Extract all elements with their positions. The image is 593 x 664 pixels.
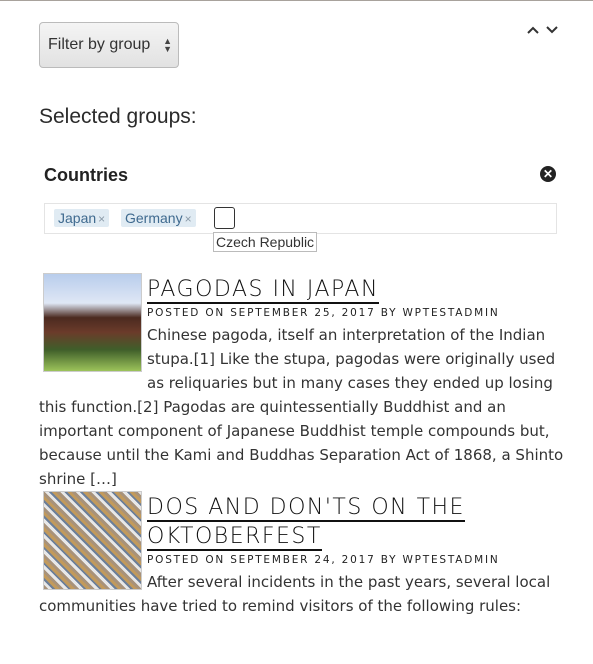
remove-tag-icon[interactable]: ×: [98, 212, 105, 226]
tag-input-box[interactable]: Japan × Germany ×: [44, 203, 557, 234]
chevron-down-icon[interactable]: [545, 22, 559, 40]
post-item: PAGODAS IN JAPAN POSTED ON SEPTEMBER 25,…: [39, 273, 564, 491]
selected-groups-heading: Selected groups:: [39, 105, 197, 128]
post-thumbnail[interactable]: [43, 273, 142, 372]
filter-by-group-select[interactable]: Filter by group ▲ ▼: [39, 22, 179, 68]
post-thumbnail[interactable]: [43, 491, 142, 590]
filter-label: Filter by group: [48, 36, 151, 53]
suggestion-item[interactable]: Czech Republic: [213, 232, 318, 252]
group-name: Countries: [44, 165, 129, 185]
select-arrows-icon: ▲ ▼: [163, 36, 172, 54]
top-divider: [0, 0, 593, 1]
chevron-up-icon[interactable]: [526, 22, 540, 40]
remove-group-icon[interactable]: ✕: [540, 166, 556, 182]
tag-label: Germany: [125, 210, 183, 226]
tag-search-input[interactable]: [214, 207, 235, 229]
tag-germany: Germany ×: [121, 209, 196, 227]
tag-label: Japan: [58, 210, 97, 226]
tag-japan: Japan ×: [54, 209, 110, 227]
remove-tag-icon[interactable]: ×: [185, 212, 192, 226]
post-item: DOS AND DON'TS ON THE OKTOBERFEST POSTED…: [39, 491, 564, 618]
